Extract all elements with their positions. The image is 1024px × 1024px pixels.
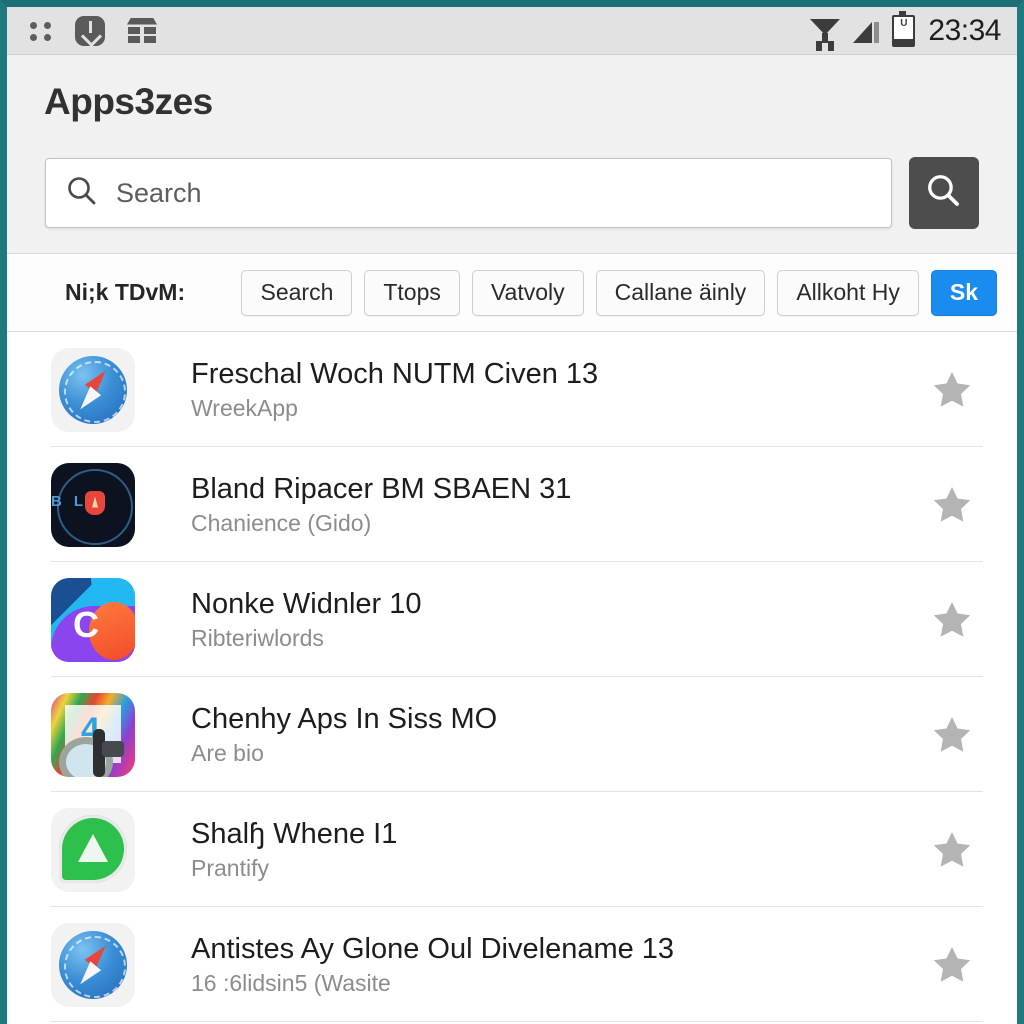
list-item-title: Nonke Widnler 10 — [191, 587, 422, 620]
filter-chip-search[interactable]: Search — [241, 269, 353, 316]
list-item-subtitle: 16 :6lidsin5 (Wasite — [191, 969, 391, 996]
filter-chip-callane[interactable]: Callane äinly — [595, 269, 766, 316]
filter-chip-sk[interactable]: Sk — [930, 269, 997, 316]
star-icon[interactable] — [929, 597, 975, 643]
list-item-text: Nonke Widnler 10 Ribteriwlords — [191, 587, 929, 653]
filter-chip-ttops[interactable]: Ttops — [364, 269, 460, 316]
list-item[interactable]: 4 Chenhy Aps In Siss MO Are bio — [7, 677, 1017, 792]
list-item-title: Antistes Ay Glone Oul Divelename 13 — [191, 932, 675, 965]
list-item-title: Chenhy Aps In Siss MO — [191, 702, 498, 735]
search-icon — [925, 172, 963, 215]
list-item-subtitle: WreekApp — [191, 394, 298, 421]
signal-icon — [853, 19, 880, 43]
app-viewport: U 23:34 Apps3zes Search Ni;k TDvM: Searc… — [7, 7, 1017, 1024]
list-item-text: Shalɧ Whene I1 Prantify — [191, 817, 929, 883]
list-item-subtitle: Chanience (Gido) — [191, 509, 372, 536]
search-placeholder: Search — [116, 177, 202, 208]
search-icon — [66, 175, 98, 212]
search-submit-button[interactable] — [909, 157, 979, 229]
status-bar-left — [29, 15, 157, 46]
battery-label: U — [900, 17, 908, 29]
copilot-icon: C — [51, 577, 135, 662]
battery-icon: U — [892, 10, 916, 47]
filter-chip-allkoht[interactable]: Allkoht Hy — [777, 269, 919, 316]
list-item[interactable]: Antistes Ay Glone Oul Divelename 13 16 :… — [7, 907, 1017, 1022]
list-item-subtitle: Prantify — [191, 854, 269, 881]
safari-compass-icon — [51, 347, 135, 432]
status-bar-right: U 23:34 — [810, 10, 1001, 48]
search-row: Search — [7, 123, 1017, 229]
device-frame: U 23:34 Apps3zes Search Ni;k TDvM: Searc… — [0, 0, 1024, 1024]
list-item-title: Shalɧ Whene I1 — [191, 817, 398, 850]
grid-dots-icon[interactable] — [29, 19, 53, 43]
download-icon[interactable] — [75, 15, 105, 46]
list-item[interactable]: BLS ES Bland Ripacer BM SBAEN 31 Chanien… — [7, 447, 1017, 562]
list-item[interactable]: Shalɧ Whene I1 Prantify — [7, 792, 1017, 907]
list-item[interactable]: C Nonke Widnler 10 Ribteriwlords — [7, 562, 1017, 677]
list-item-subtitle: Ribteriwlords — [191, 624, 324, 651]
list-item-text: Bland Ripacer BM SBAEN 31 Chanience (Gid… — [191, 472, 929, 538]
list-item-text: Chenhy Aps In Siss MO Are bio — [191, 702, 929, 768]
rainbow-photo-icon: 4 — [51, 692, 135, 777]
list-item-text: Antistes Ay Glone Oul Divelename 13 16 :… — [191, 932, 929, 998]
filter-chip-group: Search Ttops Vatvoly Callane äinly Allko… — [241, 269, 997, 316]
list-item-subtitle: Are bio — [191, 739, 264, 766]
green-chat-icon — [51, 807, 135, 892]
star-icon[interactable] — [929, 482, 975, 528]
status-bar-clock: 23:34 — [928, 13, 1001, 47]
star-icon[interactable] — [929, 367, 975, 413]
app-list: Freschal Woch NUTM Civen 13 WreekApp BLS… — [7, 332, 1017, 1022]
brave-shield-icon: BLS ES — [51, 462, 135, 547]
filter-label: Ni;k TDvM: — [65, 279, 186, 305]
wifi-icon — [810, 18, 841, 43]
star-icon[interactable] — [929, 712, 975, 758]
page-title: Apps3zes — [44, 81, 213, 122]
list-item-title: Bland Ripacer BM SBAEN 31 — [191, 472, 572, 505]
star-icon[interactable] — [929, 942, 975, 988]
filter-bar: Ni;k TDvM: Search Ttops Vatvoly Callane … — [7, 254, 1017, 332]
safari-compass-icon — [51, 922, 135, 1007]
list-item-text: Freschal Woch NUTM Civen 13 WreekApp — [191, 357, 929, 423]
package-icon[interactable] — [127, 17, 157, 44]
filter-chip-vatvoly[interactable]: Vatvoly — [471, 269, 584, 316]
app-header: Apps3zes Search — [7, 55, 1017, 253]
status-bar: U 23:34 — [7, 7, 1017, 55]
list-item-title: Freschal Woch NUTM Civen 13 — [191, 357, 599, 390]
star-icon[interactable] — [929, 827, 975, 873]
list-item[interactable]: Freschal Woch NUTM Civen 13 WreekApp — [7, 332, 1017, 447]
search-input[interactable]: Search — [45, 158, 892, 228]
